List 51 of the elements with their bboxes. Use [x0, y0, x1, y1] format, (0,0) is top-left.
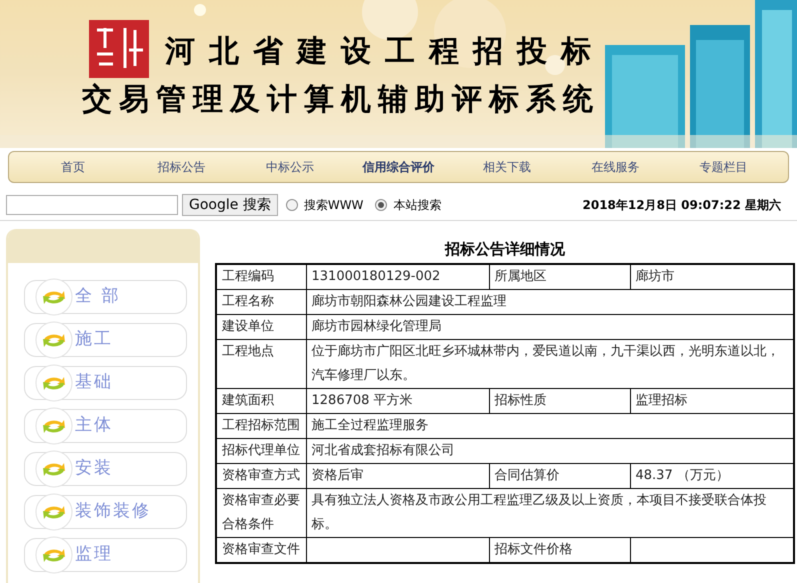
radio-label[interactable]: 搜索WWW	[304, 196, 364, 214]
field-value: 具有独立法人资格及市政公用工程监理乙级及以上资质，本项目不接受联合体投标。	[312, 493, 766, 532]
field-label: 工程编码	[222, 269, 274, 284]
field-label: 资格审查方式	[222, 468, 300, 483]
date-time: 2018年12月8日 09:07:22 星期六	[582, 197, 782, 214]
field-label: 工程名称	[222, 294, 274, 309]
field-value: 48.37 （万元）	[636, 468, 729, 483]
radio-label[interactable]: 本站搜索	[393, 196, 442, 214]
field-label: 资格审查文件	[222, 542, 300, 557]
field-value: 廊坊市园林绿化管理局	[312, 319, 442, 334]
radio-button[interactable]	[375, 199, 388, 211]
refresh-icon	[35, 407, 73, 445]
banner-subtitle: 交易管理及计算机辅助评标系统	[82, 81, 600, 119]
field-label: 建设单位	[222, 319, 274, 334]
refresh-icon	[35, 321, 73, 359]
field-value: 131000180129-002	[312, 269, 440, 284]
field-label: 招标性质	[494, 393, 546, 408]
field-value: 河北省成套招标有限公司	[312, 443, 454, 458]
nav-link[interactable]: 中标公示	[236, 158, 344, 176]
field-value: 位于廊坊市广阳区北旺乡环城林带内，爱民道以南，九干渠以西，光明东道以北，汽车修理厂以东。	[312, 344, 780, 383]
nav-link[interactable]: 招标公告	[127, 158, 236, 176]
field-value: 廊坊市	[636, 269, 674, 284]
field-label: 工程招标范围	[222, 418, 300, 433]
nav-link[interactable]: 在线服务	[561, 158, 670, 176]
refresh-icon	[35, 493, 73, 531]
field-value: 施工全过程监理服务	[312, 418, 428, 433]
field-value: 资格后审	[312, 468, 364, 483]
refresh-icon	[35, 364, 73, 402]
field-label: 资格审查必要合格条件	[222, 493, 300, 532]
seal-icon	[89, 20, 149, 78]
nav-link[interactable]: 专题栏目	[670, 158, 778, 176]
field-label: 工程地点	[222, 344, 274, 359]
field-value: 监理招标	[636, 393, 688, 408]
radio-button[interactable]	[286, 199, 298, 211]
field-value: 1286708 平方米	[312, 393, 413, 408]
nav-link[interactable]: 相关下载	[452, 158, 562, 176]
field-label: 合同估算价	[494, 468, 560, 483]
refresh-icon	[35, 450, 73, 488]
search-button[interactable]: Google 搜索	[182, 194, 278, 216]
nav-link[interactable]: 信用综合评价	[344, 158, 453, 176]
banner-title: 河北省建设工程招投标	[165, 33, 605, 71]
field-label: 招标代理单位	[222, 443, 300, 458]
detail-title: 招标公告详细情况	[444, 239, 566, 260]
field-label: 所属地区	[494, 269, 546, 284]
field-label: 建筑面积	[222, 393, 274, 408]
field-value: 廊坊市朝阳森林公园建设工程监理	[312, 294, 506, 309]
field-label: 招标文件价格	[494, 542, 572, 557]
nav-link[interactable]: 首页	[19, 158, 128, 176]
refresh-icon	[35, 278, 73, 316]
refresh-icon	[35, 536, 73, 574]
search-field[interactable]	[6, 195, 178, 215]
